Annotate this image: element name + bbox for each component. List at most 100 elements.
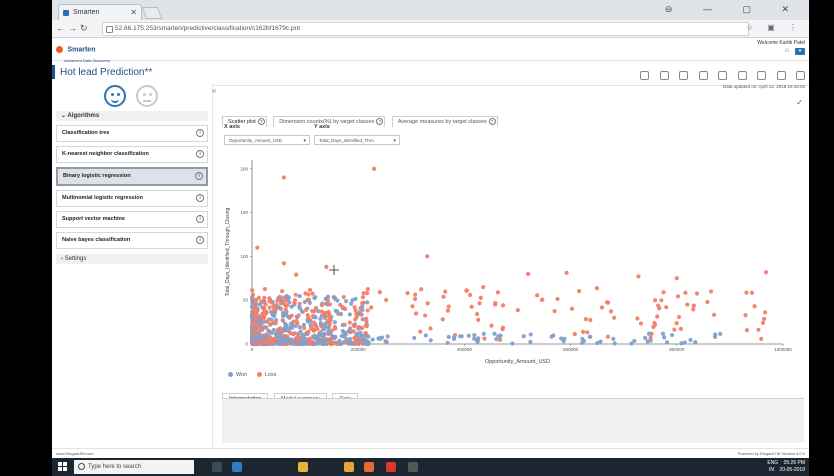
info-icon[interactable]: [796, 71, 805, 80]
tab-average-measures[interactable]: Average measures by target classes?: [391, 116, 498, 127]
crosshair-cursor-icon: [329, 265, 339, 275]
collapse-panel-icon[interactable]: «: [212, 86, 216, 95]
point-won: [312, 335, 317, 341]
browser-tab[interactable]: Smarten ✕: [58, 4, 142, 20]
point-loss: [752, 304, 757, 309]
point-loss: [476, 317, 481, 322]
file-explorer-icon[interactable]: [298, 462, 308, 472]
point-loss: [441, 294, 446, 299]
help-icon[interactable]: [757, 71, 767, 80]
x-axis-selector-label: X axis: [224, 124, 240, 130]
y-axis-select[interactable]: Total_Days_Identified_Thro ▾: [314, 135, 400, 145]
point-loss: [588, 318, 593, 323]
browser-extension-icons[interactable]: ☆ ▣ ⋮: [746, 23, 803, 32]
x-tick-label: 400000: [457, 347, 473, 352]
info-icon[interactable]: i: [196, 215, 204, 223]
point-won: [412, 335, 417, 341]
point-loss: [306, 329, 311, 334]
home-icon[interactable]: ⌂: [785, 47, 789, 54]
new-tab-button[interactable]: [141, 7, 163, 19]
point-won: [338, 311, 344, 317]
point-won: [423, 333, 428, 338]
settings-app-icon[interactable]: [408, 462, 418, 472]
smart-mode-icon[interactable]: [104, 85, 126, 107]
point-loss: [694, 291, 700, 296]
algorithm-svm[interactable]: Support vector machine i: [56, 211, 208, 228]
algorithm-binary-logistic-regression[interactable]: Binary logistic regression i: [56, 167, 208, 186]
point-loss: [515, 308, 520, 313]
point-won: [289, 341, 294, 346]
point-won: [317, 333, 322, 338]
info-icon[interactable]: i: [196, 129, 204, 137]
point-loss: [477, 301, 482, 306]
point-won: [257, 302, 262, 307]
screen-border-left: [0, 0, 52, 476]
point-loss: [273, 308, 278, 313]
window-controls[interactable]: ⊖ — ▢ ✕: [665, 4, 803, 15]
system-tray[interactable]: ENG 05:26 PM IN 20-05-2018: [767, 460, 805, 474]
point-loss: [749, 290, 755, 295]
point-loss: [296, 313, 301, 318]
point-loss: [478, 295, 483, 300]
point-loss: [354, 339, 359, 344]
task-view-icon[interactable]: [212, 462, 222, 472]
point-loss: [288, 331, 294, 336]
forward-icon[interactable]: →: [68, 23, 77, 33]
point-won: [360, 317, 365, 322]
point-won: [318, 320, 323, 326]
point-loss: [410, 304, 415, 309]
taskbar-search[interactable]: Type here to search: [74, 460, 194, 474]
point-loss: [489, 323, 494, 328]
point-won: [250, 296, 255, 302]
algorithm-classification-tree[interactable]: Classification tree i: [56, 125, 208, 142]
info-icon[interactable]: i: [196, 194, 204, 202]
info-icon[interactable]: i: [195, 172, 203, 180]
info-icon[interactable]: i: [196, 150, 204, 158]
link-icon[interactable]: [659, 71, 669, 80]
algorithms-section-header[interactable]: ⌄ Algorithms: [56, 111, 208, 121]
save-as-icon[interactable]: [698, 71, 708, 80]
point-loss: [306, 341, 311, 346]
point-won: [452, 335, 457, 340]
x-axis-select[interactable]: Opportunity_Amount_USD ▾: [224, 135, 310, 145]
settings-icon[interactable]: [776, 71, 786, 80]
point-loss: [307, 336, 312, 341]
screen-border-right: [809, 0, 834, 476]
point-won: [278, 306, 284, 312]
refresh-icon[interactable]: [640, 71, 650, 80]
back-icon[interactable]: ←: [56, 23, 65, 33]
algorithm-multinomial-logistic-regression[interactable]: Multinomial logistic regression i: [56, 190, 208, 207]
page-info-icon[interactable]: [106, 26, 113, 33]
algorithm-knn[interactable]: K-nearest neighbor classification i: [56, 146, 208, 163]
close-tab-icon[interactable]: ✕: [130, 5, 137, 21]
point-won: [549, 334, 554, 339]
point-won: [384, 340, 389, 345]
firefox-icon[interactable]: [364, 462, 374, 472]
windows-start-icon[interactable]: [58, 462, 67, 471]
algorithm-naive-bayes[interactable]: Naive bayes classification i: [56, 232, 208, 249]
chrome-icon[interactable]: [344, 462, 354, 472]
point-loss: [744, 328, 750, 333]
point-won: [688, 337, 693, 343]
check-icon[interactable]: ✓: [796, 98, 803, 107]
url-field[interactable]: 52.66.175.253/smarten/predictive/classif…: [102, 22, 749, 36]
settings-section-header[interactable]: › Settings: [56, 254, 208, 264]
legend-won-label: Won: [236, 372, 248, 378]
point-loss: [569, 306, 575, 311]
reload-icon[interactable]: ↻: [80, 23, 88, 34]
pdf-reader-icon[interactable]: [386, 462, 396, 472]
point-loss: [268, 322, 273, 327]
share-icon[interactable]: [737, 71, 747, 80]
export-icon[interactable]: [718, 71, 728, 80]
user-menu-icon[interactable]: ▾: [795, 48, 805, 55]
expert-mode-icon[interactable]: [136, 85, 158, 107]
point-won: [332, 295, 337, 300]
point-won: [528, 332, 533, 337]
point-loss: [254, 316, 259, 321]
info-icon[interactable]: i: [196, 236, 204, 244]
point-won: [385, 334, 390, 339]
point-won: [521, 334, 526, 339]
app-icon[interactable]: [232, 462, 242, 472]
save-icon[interactable]: [679, 71, 689, 80]
point-loss: [257, 340, 262, 345]
